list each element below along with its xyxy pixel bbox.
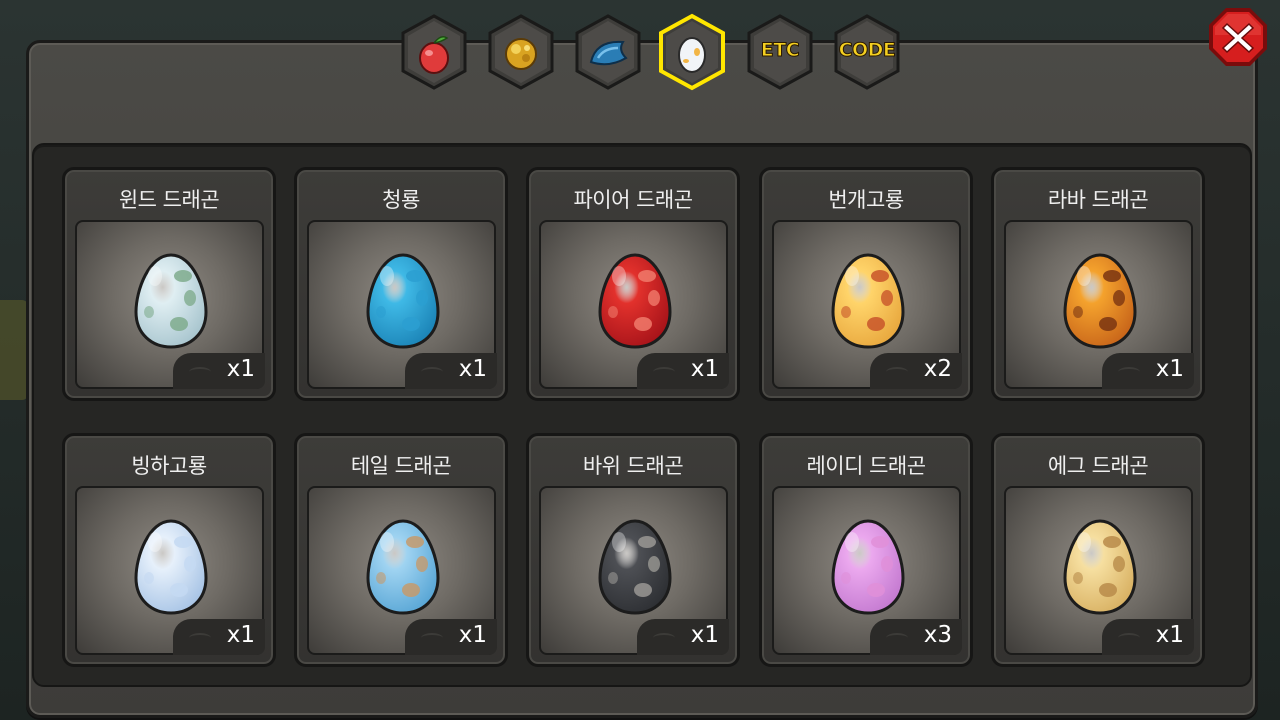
gold-tab[interactable] xyxy=(484,12,558,92)
item-quantity: x1 xyxy=(458,356,487,382)
item-slot: x3 xyxy=(772,486,962,655)
item-slot: x1 xyxy=(75,486,265,655)
etc-tab-label: ETC xyxy=(760,39,800,62)
quantity-badge: x2 xyxy=(870,353,962,389)
code-tab[interactable]: CODE xyxy=(830,12,904,92)
egg-item-card[interactable]: 레이디 드래곤 x3 xyxy=(759,433,973,667)
item-slot: x1 xyxy=(1004,486,1194,655)
egg-tab[interactable] xyxy=(655,12,729,92)
quantity-badge: x1 xyxy=(173,353,265,389)
egg-item-card[interactable]: 테일 드래곤 x1 xyxy=(294,433,508,667)
egg-item-card[interactable]: 파이어 드래곤 x1 xyxy=(526,167,740,401)
item-name: 청룡 xyxy=(382,188,420,212)
quantity-badge: x1 xyxy=(173,619,265,655)
dragon-egg-icon xyxy=(597,252,673,350)
quantity-badge: x1 xyxy=(405,353,497,389)
etc-tab[interactable]: ETC xyxy=(743,12,817,92)
egg-icon xyxy=(678,37,706,73)
egg-item-card[interactable]: 빙하고룡 x1 xyxy=(62,433,276,667)
item-quantity: x1 xyxy=(1155,622,1184,648)
item-name: 레이디 드래곤 xyxy=(806,454,926,478)
dragon-egg-icon xyxy=(365,252,441,350)
item-name: 에그 드래곤 xyxy=(1047,454,1149,478)
egg-item-card[interactable]: 윈드 드래곤 x1 xyxy=(62,167,276,401)
dragon-egg-icon xyxy=(133,518,209,616)
code-tab-label: CODE xyxy=(838,39,896,62)
scale-tab[interactable] xyxy=(571,12,645,92)
item-quantity: x1 xyxy=(1155,356,1184,382)
item-slot: x1 xyxy=(75,220,265,389)
item-name: 파이어 드래곤 xyxy=(573,188,693,212)
egg-item-card[interactable]: 라바 드래곤 x1 xyxy=(991,167,1205,401)
item-quantity: x1 xyxy=(690,356,719,382)
item-quantity: x3 xyxy=(923,622,952,648)
dragon-egg-icon xyxy=(597,518,673,616)
dragon-egg-icon xyxy=(365,518,441,616)
item-slot: x1 xyxy=(307,486,497,655)
item-name: 번개고룡 xyxy=(828,188,904,212)
item-quantity: x1 xyxy=(226,622,255,648)
dragon-egg-icon xyxy=(1062,252,1138,350)
item-slot: x2 xyxy=(772,220,962,389)
item-quantity: x1 xyxy=(458,622,487,648)
egg-item-card[interactable]: 번개고룡 x2 xyxy=(759,167,973,401)
dragon-egg-icon xyxy=(1062,518,1138,616)
item-name: 빙하고룡 xyxy=(131,454,207,478)
dragon-egg-icon xyxy=(830,252,906,350)
quantity-badge: x1 xyxy=(1102,619,1194,655)
background-decor xyxy=(0,300,28,400)
item-name: 바위 드래곤 xyxy=(582,454,684,478)
dragon-egg-icon xyxy=(830,518,906,616)
gold-ore-icon xyxy=(505,38,537,70)
item-quantity: x1 xyxy=(690,622,719,648)
dragon-egg-icon xyxy=(133,252,209,350)
quantity-badge: x1 xyxy=(405,619,497,655)
fruit-tab[interactable] xyxy=(397,12,471,92)
quantity-badge: x1 xyxy=(1102,353,1194,389)
quantity-badge: x1 xyxy=(637,619,729,655)
item-name: 라바 드래곤 xyxy=(1047,188,1149,212)
item-name: 테일 드래곤 xyxy=(350,454,452,478)
close-x-icon xyxy=(1209,8,1267,66)
egg-item-card[interactable]: 청룡 x1 xyxy=(294,167,508,401)
item-slot: x1 xyxy=(539,486,729,655)
close-button[interactable] xyxy=(1206,5,1270,69)
quantity-badge: x3 xyxy=(870,619,962,655)
item-quantity: x2 xyxy=(923,356,952,382)
item-slot: x1 xyxy=(539,220,729,389)
quantity-badge: x1 xyxy=(637,353,729,389)
egg-item-card[interactable]: 에그 드래곤 x1 xyxy=(991,433,1205,667)
egg-item-card[interactable]: 바위 드래곤 x1 xyxy=(526,433,740,667)
item-slot: x1 xyxy=(1004,220,1194,389)
item-quantity: x1 xyxy=(226,356,255,382)
item-name: 윈드 드래곤 xyxy=(118,188,220,212)
item-slot: x1 xyxy=(307,220,497,389)
